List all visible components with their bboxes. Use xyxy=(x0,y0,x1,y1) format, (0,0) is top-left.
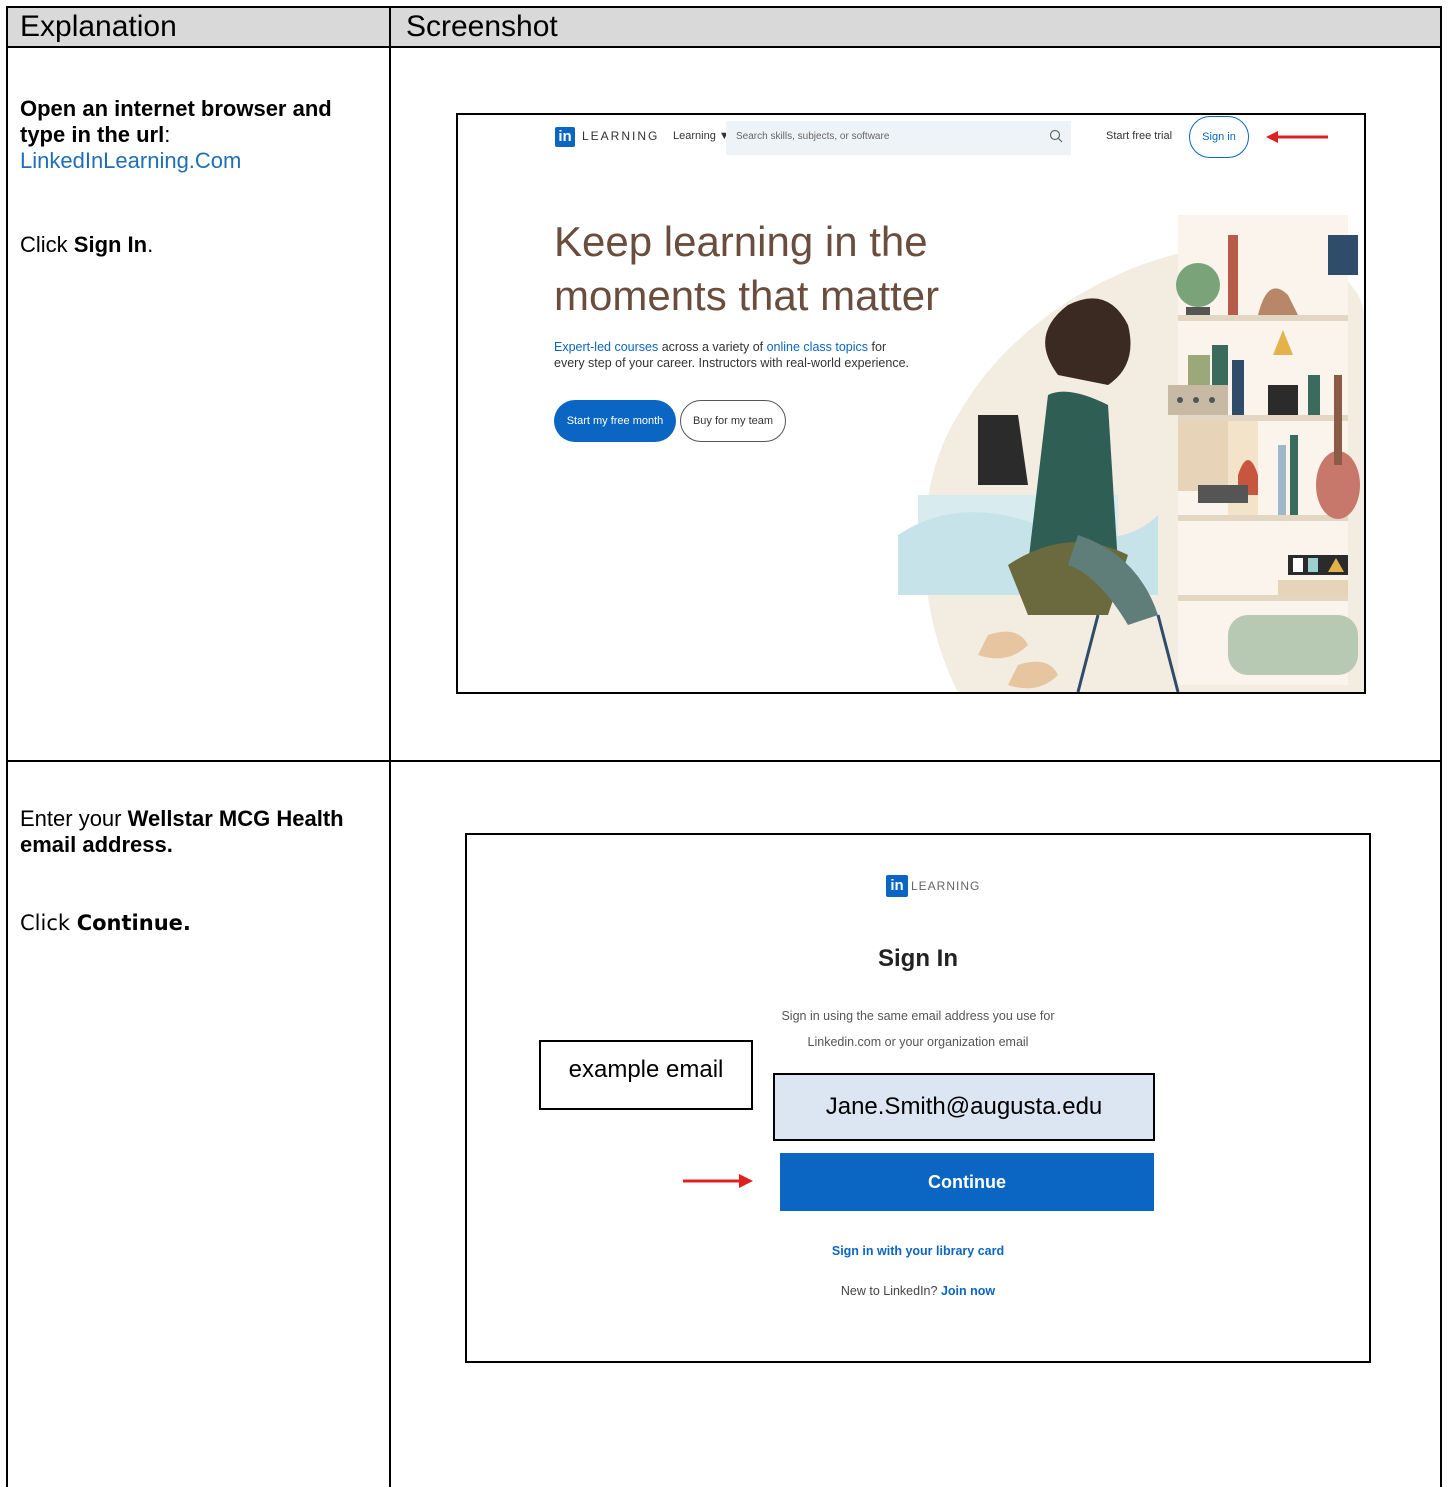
hero-headline: Keep learning in the moments that matter xyxy=(554,215,939,323)
email-input[interactable]: Jane.Smith@augusta.edu xyxy=(773,1073,1155,1141)
hero-subtext-end: for xyxy=(868,340,887,354)
table-border-right xyxy=(1440,6,1442,1487)
row2-click-instruction: Click Continue. xyxy=(20,910,380,936)
row2-instruction: Enter your Wellstar MCG Health email add… xyxy=(20,806,380,858)
example-email-label: example email xyxy=(539,1040,753,1110)
table-border-top xyxy=(6,6,1442,8)
row1-colon: : xyxy=(164,122,171,147)
table-column-divider xyxy=(389,6,391,1487)
hero-headline-line1: Keep learning in the xyxy=(554,218,928,265)
row1-instruction: Open an internet browser and type in the… xyxy=(20,96,380,174)
start-free-month-button[interactable]: Start my free month xyxy=(554,400,676,442)
header-screenshot: Screenshot xyxy=(406,10,558,43)
signin-linkedin-logo-icon: in xyxy=(886,875,908,897)
table-header-divider xyxy=(6,46,1442,48)
row1-click-prefix: Click xyxy=(20,232,74,257)
header-explanation: Explanation xyxy=(20,10,177,43)
row1-click-target: Sign In xyxy=(73,232,148,257)
hero-illustration xyxy=(898,215,1364,692)
search-bar[interactable]: Search skills, subjects, or software xyxy=(726,121,1071,155)
row1-url-link[interactable]: LinkedInLearning.Com xyxy=(20,148,241,173)
learning-menu[interactable]: Learning ▼ xyxy=(673,130,730,142)
red-arrow-icon xyxy=(1266,131,1328,143)
hero-subtext-mid: across a variety of xyxy=(658,340,767,354)
online-class-topics-link[interactable]: online class topics xyxy=(767,340,868,354)
linkedin-home-screenshot: in LEARNING Learning ▼ Search skills, su… xyxy=(456,113,1366,694)
join-now-link[interactable]: Join now xyxy=(941,1284,995,1298)
new-to-linkedin: New to LinkedIn? Join now xyxy=(467,1284,1369,1298)
search-input[interactable]: Search skills, subjects, or software xyxy=(736,131,889,142)
row1-click-suffix: . xyxy=(147,232,154,257)
expert-led-courses-link[interactable]: Expert-led courses xyxy=(554,340,658,354)
linkedin-logo-icon: in xyxy=(555,127,575,147)
brand-text: LEARNING xyxy=(582,129,660,143)
hero-headline-line2: moments that matter xyxy=(554,272,940,319)
sign-in-button[interactable]: Sign in xyxy=(1189,116,1249,158)
continue-button[interactable]: Continue xyxy=(780,1153,1154,1211)
table-border-left xyxy=(6,6,8,1487)
search-icon[interactable] xyxy=(1049,129,1063,143)
new-to-linkedin-text: New to LinkedIn? xyxy=(840,1284,941,1298)
row1-bold-lead: Open an internet browser and type in the… xyxy=(20,96,332,147)
start-free-trial-link[interactable]: Start free trial xyxy=(1106,130,1172,142)
buy-for-team-button[interactable]: Buy for my team xyxy=(680,400,786,442)
signin-desc-line1: Sign in using the same email address you… xyxy=(781,1009,1055,1023)
signin-brand-text: LEARNING xyxy=(911,879,981,893)
table-row-divider xyxy=(6,760,1442,762)
signin-title: Sign In xyxy=(878,945,958,972)
continue-red-arrow-icon xyxy=(683,1174,753,1188)
row1-click-instruction: Click Sign In. xyxy=(20,232,380,258)
library-card-link[interactable]: Sign in with your library card xyxy=(467,1244,1369,1258)
row2-enter-prefix: Enter your xyxy=(20,806,128,831)
row2-click-target: Continue. xyxy=(76,911,191,935)
table-header-row xyxy=(8,8,1440,46)
row2-click-prefix: Click xyxy=(20,911,77,935)
hero-subtext-line2: every step of your career. Instructors w… xyxy=(554,356,910,370)
hero-subtext: Expert-led courses across a variety of o… xyxy=(554,339,909,371)
signin-screenshot-frame: in LEARNING Sign In Sign in using the sa… xyxy=(465,833,1371,1363)
